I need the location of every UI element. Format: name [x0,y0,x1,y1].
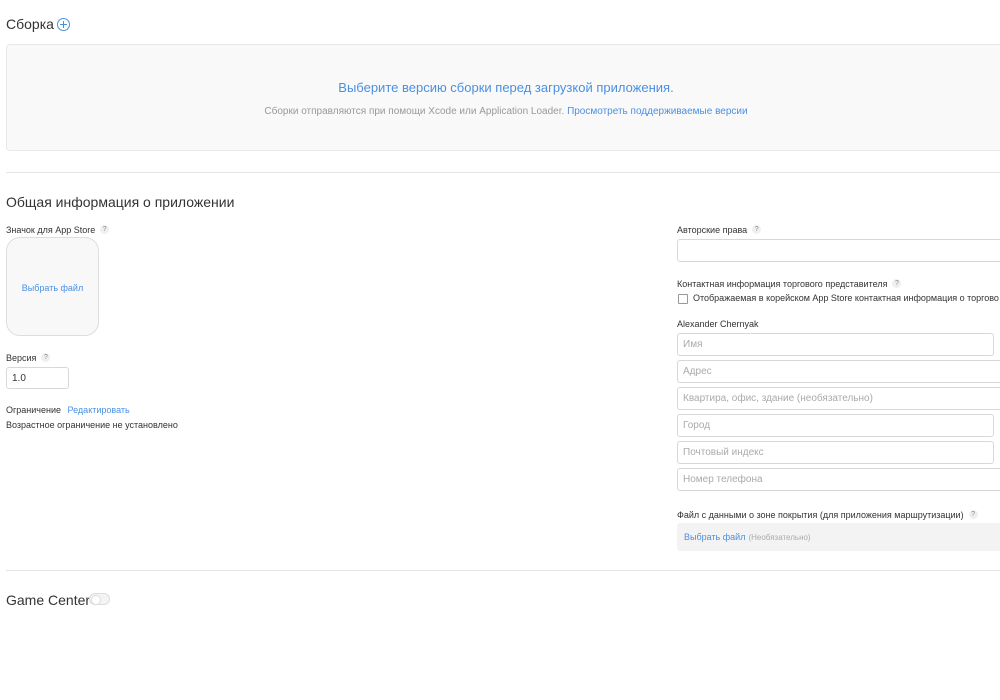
game-center-toggle[interactable] [89,593,110,605]
contact-name: Alexander Chernyak [677,319,759,329]
korean-store-checkbox[interactable] [678,293,688,304]
address-placeholder: Адрес [683,366,712,377]
game-center-title: Game Center [6,592,91,608]
apartment-placeholder: Квартира, офис, здание (необязательно) [683,393,873,404]
version-label: Версия? [6,353,51,363]
phone-field[interactable]: Номер телефона [677,468,1000,491]
choose-icon-file-link[interactable]: Выбрать файл [7,283,98,293]
apartment-field[interactable]: Квартира, офис, здание (необязательно) [677,387,1000,410]
add-build-icon[interactable] [56,17,70,31]
app-store-icon-label: Значок для App Store? [6,225,110,235]
select-build-message[interactable]: Выберите версию сборки перед загрузкой п… [7,80,1000,95]
version-input[interactable]: 1.0 [6,367,69,389]
restriction-value: Возрастное ограничение не установлено [6,420,178,430]
contact-info-label-text: Контактная информация торгового представ… [677,279,888,289]
name-placeholder: Имя [683,339,703,350]
help-icon[interactable]: ? [752,225,762,235]
toggle-knob [91,595,101,605]
coverage-optional-note: (Необязательно) [748,532,811,542]
postal-code-placeholder: Почтовый индекс [683,447,764,458]
version-label-text: Версия [6,353,37,363]
choose-coverage-file-link[interactable]: Выбрать файл [684,532,745,542]
coverage-file-row: Выбрать файл (Необязательно) [677,523,1000,551]
build-section-title: Сборка [6,16,70,32]
app-store-icon-dropzone[interactable]: Выбрать файл [6,237,99,336]
build-title: Сборка [6,16,54,32]
edit-restriction-link[interactable]: Редактировать [68,405,130,415]
help-icon[interactable]: ? [41,353,51,363]
help-icon[interactable]: ? [968,510,978,520]
restriction-label-text: Ограничение [6,405,61,415]
general-info-title: Общая информация о приложении [6,194,235,210]
phone-placeholder: Номер телефона [683,474,763,485]
build-dropzone[interactable]: Выберите версию сборки перед загрузкой п… [6,44,1000,151]
korean-store-checkbox-row[interactable]: Отображаемая в корейском App Store конта… [678,293,999,304]
coverage-file-label: Файл с данными о зоне покрытия (для прил… [677,510,978,520]
build-upload-info: Сборки отправляются при помощи Xcode или… [7,106,1000,117]
copyright-label: Авторские права? [677,225,762,235]
help-icon[interactable]: ? [100,225,110,235]
app-store-icon-label-text: Значок для App Store [6,225,96,235]
copyright-label-text: Авторские права [677,225,748,235]
coverage-file-label-text: Файл с данными о зоне покрытия (для прил… [677,510,964,520]
city-placeholder: Город [683,420,711,431]
help-icon[interactable]: ? [892,279,902,289]
contact-info-label: Контактная информация торгового представ… [677,279,902,289]
supported-versions-link[interactable]: Просмотреть поддерживаемые версии [567,106,748,117]
address-field[interactable]: Адрес [677,360,1000,383]
city-field[interactable]: Город [677,414,994,437]
korean-store-checkbox-label: Отображаемая в корейском App Store конта… [693,293,999,303]
name-field[interactable]: Имя [677,333,994,356]
build-sub-message: Сборки отправляются при помощи Xcode или… [264,106,565,117]
copyright-input[interactable] [677,239,1000,262]
section-divider [6,172,1000,173]
section-divider [6,570,1000,571]
postal-code-field[interactable]: Почтовый индекс [677,441,994,464]
restriction-label: Ограничение Редактировать [6,405,130,415]
